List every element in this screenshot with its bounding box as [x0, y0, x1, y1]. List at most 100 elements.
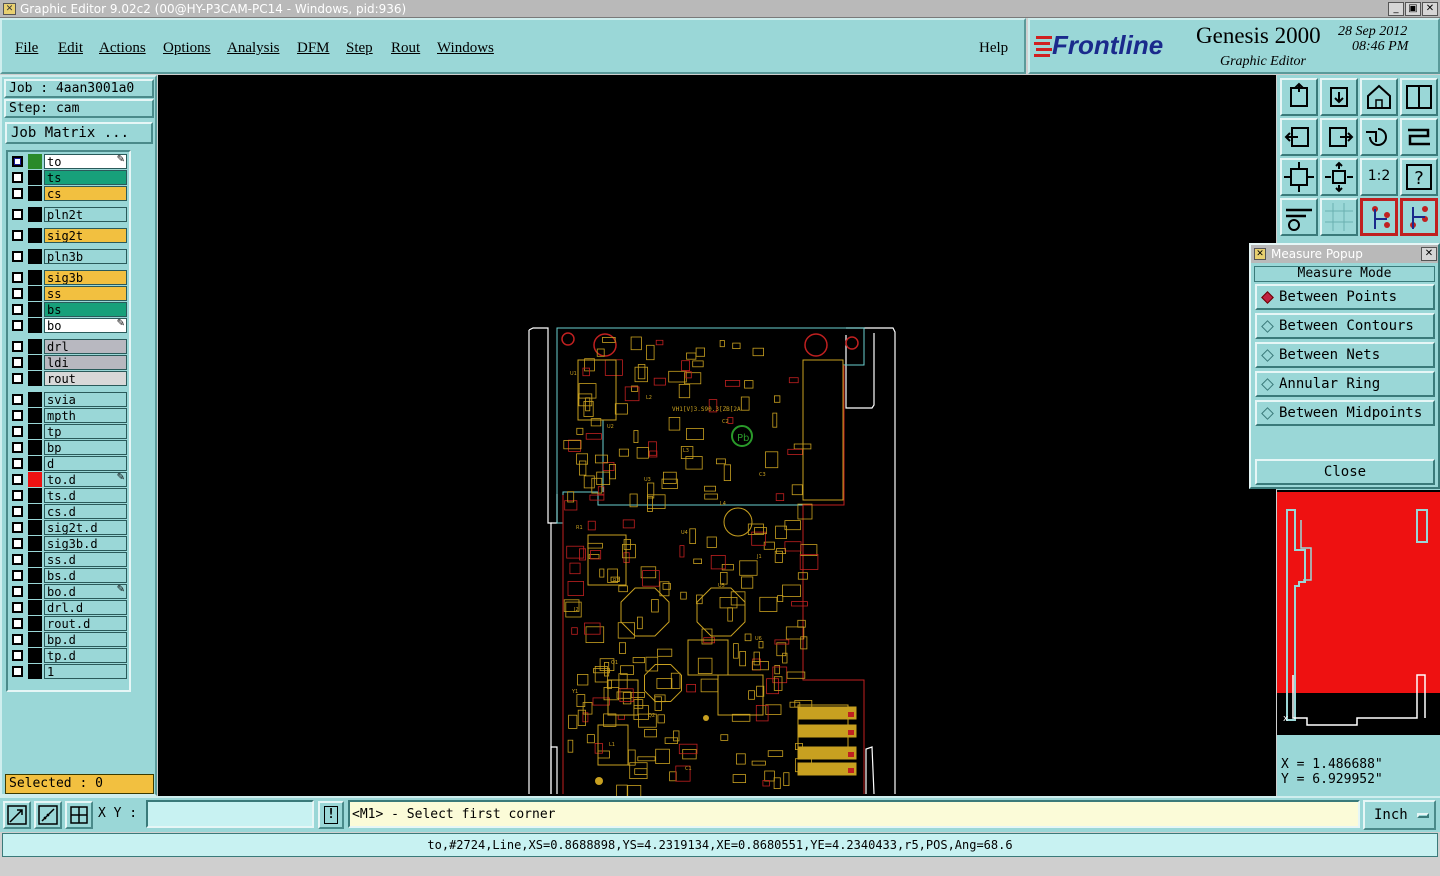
- layer-checkbox[interactable]: [12, 320, 23, 331]
- layer-color-swatch[interactable]: [28, 249, 42, 264]
- layer-color-swatch[interactable]: [28, 392, 42, 407]
- layer-row-d[interactable]: d: [10, 456, 128, 471]
- layer-checkbox[interactable]: [12, 251, 23, 262]
- layer-name[interactable]: bo: [44, 318, 127, 333]
- layer-row-drl[interactable]: drl: [10, 339, 128, 354]
- layer-checkbox[interactable]: [12, 538, 23, 549]
- layer-name[interactable]: sig3b.d: [44, 536, 127, 551]
- layer-checkbox[interactable]: [12, 650, 23, 661]
- layer-row-1[interactable]: 1: [10, 664, 128, 679]
- layer-checkbox[interactable]: [12, 490, 23, 501]
- layer-color-swatch[interactable]: [28, 318, 42, 333]
- layer-name[interactable]: cs: [44, 186, 127, 201]
- layer-row-pln2t[interactable]: pln2t: [10, 207, 128, 222]
- overview-map[interactable]: x: [1277, 490, 1440, 735]
- layer-color-swatch[interactable]: [28, 568, 42, 583]
- layer-row-drl-d[interactable]: drl.d: [10, 600, 128, 615]
- layer-name[interactable]: drl: [44, 339, 127, 354]
- layer-row-bs-d[interactable]: bs.d: [10, 568, 128, 583]
- layer-color-swatch[interactable]: [28, 472, 42, 487]
- layer-name[interactable]: ts.d: [44, 488, 127, 503]
- layer-color-swatch[interactable]: [28, 600, 42, 615]
- layer-checkbox[interactable]: [12, 634, 23, 645]
- layer-color-swatch[interactable]: [28, 170, 42, 185]
- menu-rout[interactable]: Rout: [391, 40, 420, 57]
- layer-color-swatch[interactable]: [28, 339, 42, 354]
- layer-color-swatch[interactable]: [28, 286, 42, 301]
- layer-row-ldi[interactable]: ldi: [10, 355, 128, 370]
- layer-color-swatch[interactable]: [28, 536, 42, 551]
- menu-file[interactable]: File: [15, 40, 38, 57]
- layer-name[interactable]: bs: [44, 302, 127, 317]
- undo-button[interactable]: [1360, 118, 1398, 156]
- menu-help[interactable]: Help: [979, 40, 1008, 57]
- layer-color-swatch[interactable]: [28, 154, 42, 169]
- download-step-button[interactable]: [1320, 78, 1358, 116]
- xy-input[interactable]: [146, 800, 314, 828]
- measure-option-between-midpoints[interactable]: Between Midpoints: [1255, 400, 1435, 426]
- layer-row-rout[interactable]: rout: [10, 371, 128, 386]
- layer-row-sig2t-d[interactable]: sig2t.d: [10, 520, 128, 535]
- layer-name[interactable]: 1: [44, 664, 127, 679]
- layer-checkbox[interactable]: [12, 666, 23, 677]
- layer-color-swatch[interactable]: [28, 520, 42, 535]
- layer-row-cs[interactable]: cs: [10, 186, 128, 201]
- layer-name[interactable]: to.d: [44, 472, 127, 487]
- layer-checkbox[interactable]: [12, 554, 23, 565]
- measure-option-between-contours[interactable]: Between Contours: [1255, 313, 1435, 339]
- layer-color-swatch[interactable]: [28, 632, 42, 647]
- layer-checkbox[interactable]: [12, 618, 23, 629]
- layer-row-to-d[interactable]: to.d ✎: [10, 472, 128, 487]
- close-button[interactable]: Close: [1255, 459, 1435, 485]
- menu-options[interactable]: Options: [163, 40, 211, 57]
- layer-name[interactable]: d: [44, 456, 127, 471]
- enter-right-button[interactable]: [1320, 118, 1358, 156]
- layer-checkbox[interactable]: [12, 570, 23, 581]
- layer-name[interactable]: bp: [44, 440, 127, 455]
- layer-color-swatch[interactable]: [28, 584, 42, 599]
- layer-row-sig3b[interactable]: sig3b: [10, 270, 128, 285]
- alert-button[interactable]: !: [318, 801, 344, 829]
- measure-option-between-points[interactable]: Between Points: [1255, 284, 1435, 310]
- measure-option-annular-ring[interactable]: Annular Ring: [1255, 371, 1435, 397]
- upload-step-button[interactable]: [1280, 78, 1318, 116]
- overview-drawing[interactable]: x: [1277, 490, 1440, 735]
- layer-name[interactable]: rout: [44, 371, 127, 386]
- maximize-button[interactable]: ▣: [1405, 2, 1421, 16]
- layer-checkbox[interactable]: [12, 410, 23, 421]
- layer-checkbox[interactable]: [12, 272, 23, 283]
- layer-name[interactable]: cs.d: [44, 504, 127, 519]
- layer-checkbox[interactable]: [12, 394, 23, 405]
- layer-name[interactable]: sig2t.d: [44, 520, 127, 535]
- job-matrix-button[interactable]: Job Matrix ...: [5, 122, 153, 144]
- graphic-canvas[interactable]: Pb VH1[V]3.S90.3[ZB[2A U1 U2 U3 U4 U5 U6 Y1 L1 L2 L…: [158, 75, 1276, 801]
- menu-step[interactable]: Step: [346, 40, 373, 57]
- layer-name[interactable]: bo.d: [44, 584, 127, 599]
- layer-name[interactable]: sig2t: [44, 228, 127, 243]
- units-dropdown[interactable]: Inch: [1363, 800, 1436, 830]
- layer-name[interactable]: tp.d: [44, 648, 127, 663]
- snap-tool-button[interactable]: [3, 801, 31, 829]
- layer-color-swatch[interactable]: [28, 424, 42, 439]
- layer-name[interactable]: rout.d: [44, 616, 127, 631]
- layer-color-swatch[interactable]: [28, 552, 42, 567]
- layer-checkbox[interactable]: [12, 522, 23, 533]
- layer-row-ss-d[interactable]: ss.d: [10, 552, 128, 567]
- layer-checkbox[interactable]: [12, 230, 23, 241]
- layer-color-swatch[interactable]: [28, 616, 42, 631]
- layer-row-bo[interactable]: bo ✎: [10, 318, 128, 333]
- grid-button[interactable]: [1320, 198, 1358, 236]
- layer-checkbox[interactable]: [12, 288, 23, 299]
- measure-tool-button[interactable]: [34, 801, 62, 829]
- layer-checkbox[interactable]: [12, 506, 23, 517]
- layer-name[interactable]: pln3b: [44, 249, 127, 264]
- pcb-drawing[interactable]: Pb VH1[V]3.S90.3[ZB[2A U1 U2 U3 U4 U5 U6 Y1 L1 L2 L…: [158, 75, 1276, 801]
- layer-name[interactable]: to: [44, 154, 127, 169]
- grid-tool-button[interactable]: [65, 801, 93, 829]
- layer-checkbox[interactable]: [12, 304, 23, 315]
- layer-checkbox[interactable]: [12, 586, 23, 597]
- layer-checkbox[interactable]: [12, 172, 23, 183]
- layer-row-bp[interactable]: bp: [10, 440, 128, 455]
- layer-color-swatch[interactable]: [28, 488, 42, 503]
- layer-name[interactable]: ss.d: [44, 552, 127, 567]
